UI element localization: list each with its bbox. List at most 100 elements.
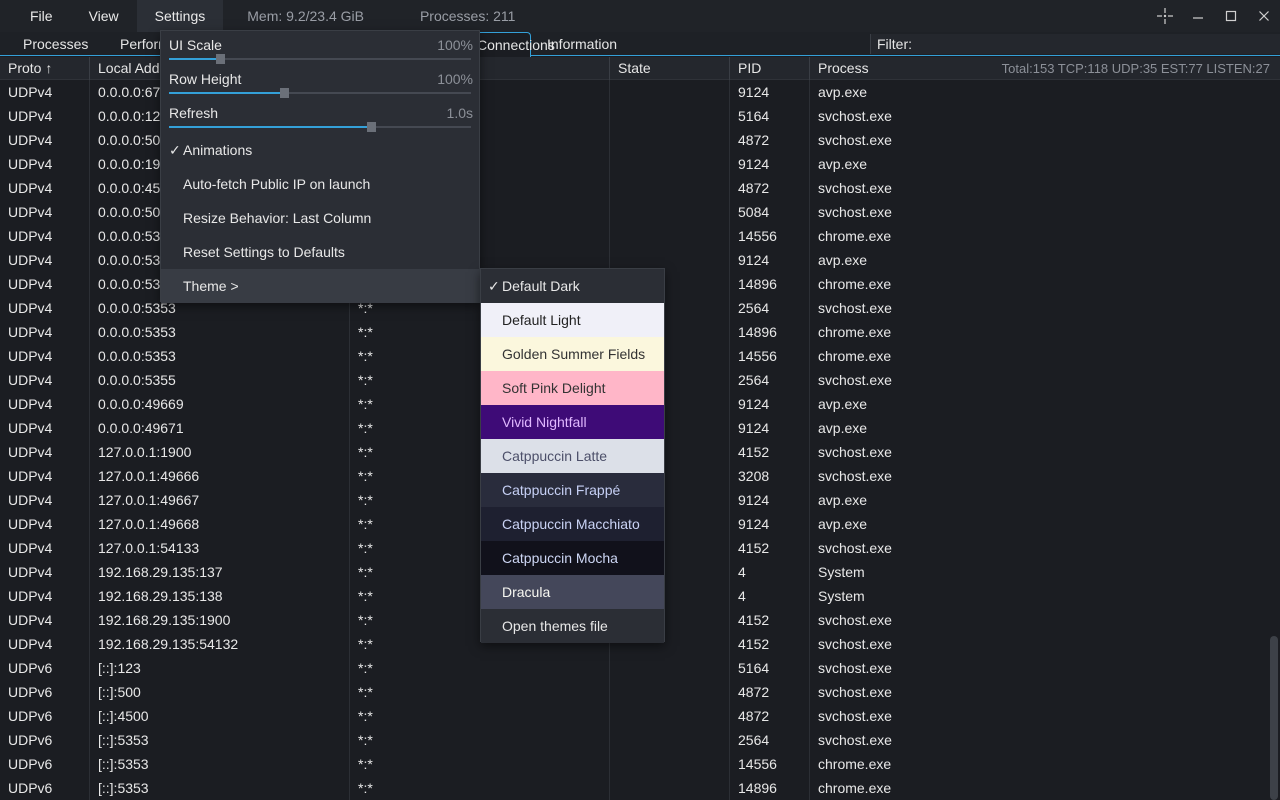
theme-option-soft-pink-delight[interactable]: Soft Pink Delight xyxy=(481,371,664,405)
proto-cell: UDPv4 xyxy=(8,468,53,484)
theme-option-label: Catppuccin Macchiato xyxy=(502,516,640,532)
move-icon[interactable] xyxy=(1149,0,1181,32)
menu-item-auto-fetch-ip[interactable]: Auto-fetch Public IP on launch xyxy=(161,167,481,201)
table-row[interactable]: UDPv6 [::]:5353 *:* 14556 chrome.exe xyxy=(0,752,1268,776)
process-cell: svchost.exe xyxy=(818,300,892,316)
process-cell: svchost.exe xyxy=(818,684,892,700)
pid-cell: 3208 xyxy=(738,468,770,484)
table-row[interactable]: UDPv6 [::]:4500 *:* 4872 svchost.exe xyxy=(0,704,1268,728)
theme-option-label: Open themes file xyxy=(502,618,608,634)
ui-scale-handle[interactable] xyxy=(216,54,226,64)
proto-cell: UDPv4 xyxy=(8,252,53,268)
local-address-cell: [::]:4500 xyxy=(98,708,149,724)
process-cell: svchost.exe xyxy=(818,660,892,676)
refresh-slider[interactable]: Refresh 1.0s xyxy=(161,99,481,133)
process-cell: svchost.exe xyxy=(818,732,892,748)
table-row[interactable]: UDPv6 [::]:500 *:* 4872 svchost.exe xyxy=(0,680,1268,704)
column-header-process[interactable]: Process xyxy=(810,57,869,80)
table-row[interactable]: UDPv6 [::]:5353 *:* 2564 svchost.exe xyxy=(0,728,1268,752)
ui-scale-value: 100% xyxy=(437,37,473,53)
ui-scale-slider[interactable]: UI Scale 100% xyxy=(161,31,481,65)
theme-option-golden-summer-fields[interactable]: Golden Summer Fields xyxy=(481,337,664,371)
process-cell: svchost.exe xyxy=(818,108,892,124)
local-address-cell: 0.0.0.0:49669 xyxy=(98,396,184,412)
refresh-handle[interactable] xyxy=(367,122,377,132)
theme-submenu: ✓ Default Dark Default Light Golden Summer … xyxy=(480,268,665,643)
local-address-cell: 192.168.29.135:138 xyxy=(98,588,223,604)
theme-option-catppuccin-frapp[interactable]: Catppuccin Frappé xyxy=(481,473,664,507)
menu-item-reset-settings[interactable]: Reset Settings to Defaults xyxy=(161,235,481,269)
menu-item-resize-behavior[interactable]: Resize Behavior: Last Column xyxy=(161,201,481,235)
pid-cell: 9124 xyxy=(738,516,770,532)
maximize-icon[interactable] xyxy=(1215,0,1247,32)
theme-option-dracula[interactable]: Dracula xyxy=(481,575,664,609)
tab-information[interactable]: Information xyxy=(535,32,629,56)
column-header-local-address[interactable]: Local Address xyxy=(90,57,160,80)
check-icon: ✓ xyxy=(169,142,181,158)
table-row[interactable]: UDPv6 [::]:123 *:* 5164 svchost.exe xyxy=(0,656,1268,680)
remote-address-cell: *:* xyxy=(358,708,373,724)
proto-cell: UDPv4 xyxy=(8,444,53,460)
column-header-proto[interactable]: Proto ↑ xyxy=(0,57,52,80)
pid-cell: 4152 xyxy=(738,612,770,628)
pid-cell: 4 xyxy=(738,564,746,580)
menu-settings[interactable]: Settings xyxy=(136,0,224,32)
state-cell xyxy=(610,128,730,152)
proto-cell: UDPv6 xyxy=(8,756,53,772)
row-height-slider[interactable]: Row Height 100% xyxy=(161,65,481,99)
process-cell: chrome.exe xyxy=(818,348,892,364)
process-cell: svchost.exe xyxy=(818,636,892,652)
row-height-handle[interactable] xyxy=(279,88,289,98)
pid-cell: 9124 xyxy=(738,84,770,100)
process-count: Processes: 211 xyxy=(419,8,516,24)
refresh-track[interactable] xyxy=(169,122,471,132)
menu-item-animations[interactable]: ✓ Animations xyxy=(161,133,481,167)
table-row[interactable]: UDPv6 [::]:5353 *:* 14896 chrome.exe xyxy=(0,776,1268,800)
proto-cell: UDPv4 xyxy=(8,156,53,172)
proto-cell: UDPv4 xyxy=(8,204,53,220)
menu-item-theme[interactable]: Theme > xyxy=(161,269,481,303)
theme-option-catppuccin-macchiato[interactable]: Catppuccin Macchiato xyxy=(481,507,664,541)
theme-option-open-themes-file[interactable]: Open themes file xyxy=(481,609,664,643)
pid-cell: 4872 xyxy=(738,684,770,700)
tab-processes[interactable]: Processes xyxy=(11,32,100,56)
theme-option-vivid-nightfall[interactable]: Vivid Nightfall xyxy=(481,405,664,439)
remote-address-cell: *:* xyxy=(358,756,373,772)
row-height-label: Row Height xyxy=(169,71,242,87)
pid-cell: 9124 xyxy=(738,252,770,268)
proto-cell: UDPv4 xyxy=(8,324,53,340)
local-address-cell: 0.0.0.0:5353 xyxy=(98,348,176,364)
theme-option-default-light[interactable]: Default Light xyxy=(481,303,664,337)
local-address-cell: 0.0.0.0:5355 xyxy=(98,372,176,388)
minimize-icon[interactable] xyxy=(1182,0,1214,32)
menu-file[interactable]: File xyxy=(0,0,71,32)
theme-option-default-dark[interactable]: ✓ Default Dark xyxy=(481,269,664,303)
row-height-track[interactable] xyxy=(169,88,471,98)
ui-scale-track[interactable] xyxy=(169,54,471,64)
pid-cell: 4152 xyxy=(738,540,770,556)
proto-cell: UDPv4 xyxy=(8,276,53,292)
pid-cell: 14896 xyxy=(738,276,777,292)
proto-cell: UDPv4 xyxy=(8,588,53,604)
title-bar: File View Settings Mem: 9.2/23.4 GiB Pro… xyxy=(0,0,1280,32)
remote-address-cell: *:* xyxy=(358,684,373,700)
state-cell xyxy=(610,200,730,224)
process-cell: avp.exe xyxy=(818,516,868,532)
column-header-pid[interactable]: PID xyxy=(730,57,761,80)
proto-cell: UDPv4 xyxy=(8,180,53,196)
memory-readout: Mem: 9.2/23.4 GiB xyxy=(247,8,364,24)
process-cell: avp.exe xyxy=(818,420,868,436)
process-cell: chrome.exe xyxy=(818,276,892,292)
theme-option-catppuccin-latte[interactable]: Catppuccin Latte xyxy=(481,439,664,473)
theme-option-catppuccin-mocha[interactable]: Catppuccin Mocha xyxy=(481,541,664,575)
local-address-cell: 127.0.0.1:49668 xyxy=(98,516,200,532)
close-icon[interactable] xyxy=(1248,0,1280,32)
vertical-scrollbar[interactable] xyxy=(1268,80,1280,800)
menu-view[interactable]: View xyxy=(71,0,137,32)
column-header-state[interactable]: State xyxy=(610,57,651,80)
filter-input[interactable] xyxy=(916,36,1256,52)
proto-cell: UDPv6 xyxy=(8,708,53,724)
process-cell: svchost.exe xyxy=(818,708,892,724)
proto-cell: UDPv6 xyxy=(8,660,53,676)
scrollbar-thumb[interactable] xyxy=(1270,636,1278,800)
